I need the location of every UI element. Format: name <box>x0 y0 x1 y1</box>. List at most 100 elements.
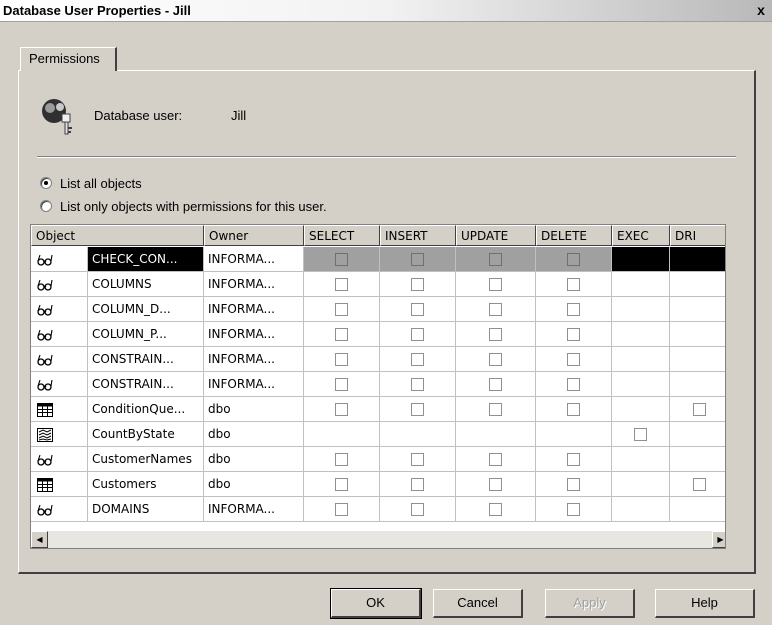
delete-checkbox[interactable] <box>567 453 580 466</box>
scroll-left-icon[interactable]: ◀ <box>31 531 48 548</box>
help-button[interactable]: Help <box>655 589 755 618</box>
insert-checkbox[interactable] <box>411 353 424 366</box>
delete-checkbox[interactable] <box>567 253 580 266</box>
insert-checkbox[interactable] <box>411 303 424 316</box>
column-header-owner[interactable]: Owner <box>204 225 304 246</box>
owner-cell: INFORMA... <box>204 247 304 272</box>
delete-checkbox[interactable] <box>567 478 580 491</box>
select-checkbox[interactable] <box>335 253 348 266</box>
permissions-grid[interactable]: Object Owner SELECT INSERT UPDATE DELETE… <box>30 224 726 549</box>
object-cell[interactable]: CONSTRAIN... <box>31 347 204 372</box>
update-checkbox[interactable] <box>489 478 502 491</box>
delete-checkbox[interactable] <box>567 328 580 341</box>
select-checkbox[interactable] <box>335 478 348 491</box>
owner-cell: dbo <box>204 447 304 472</box>
column-header-delete[interactable]: DELETE <box>536 225 612 246</box>
column-header-update[interactable]: UPDATE <box>456 225 536 246</box>
insert-checkbox[interactable] <box>411 453 424 466</box>
cell-divider <box>87 322 88 346</box>
select-checkbox[interactable] <box>335 278 348 291</box>
object-cell[interactable]: CountByState <box>31 422 204 447</box>
update-checkbox[interactable] <box>489 403 502 416</box>
table-row[interactable]: CONSTRAIN... INFORMA... <box>31 347 725 372</box>
insert-checkbox[interactable] <box>411 478 424 491</box>
table-row[interactable]: CONSTRAIN... INFORMA... <box>31 372 725 397</box>
object-cell[interactable]: Customers <box>31 472 204 497</box>
delete-checkbox[interactable] <box>567 378 580 391</box>
table-row[interactable]: DOMAINS INFORMA... <box>31 497 725 522</box>
update-checkbox[interactable] <box>489 378 502 391</box>
list-all-objects-option[interactable]: List all objects <box>40 174 142 192</box>
dri-permission-cell <box>670 497 725 522</box>
dri-checkbox[interactable] <box>693 478 706 491</box>
exec-permission-cell <box>612 297 670 322</box>
object-name: CHECK_CON... <box>88 247 203 271</box>
insert-checkbox[interactable] <box>411 253 424 266</box>
select-checkbox[interactable] <box>335 328 348 341</box>
exec-checkbox[interactable] <box>634 428 647 441</box>
delete-checkbox[interactable] <box>567 503 580 516</box>
insert-checkbox[interactable] <box>411 278 424 291</box>
insert-checkbox[interactable] <box>411 378 424 391</box>
select-checkbox[interactable] <box>335 353 348 366</box>
update-checkbox[interactable] <box>489 328 502 341</box>
dri-checkbox[interactable] <box>693 403 706 416</box>
update-checkbox[interactable] <box>489 353 502 366</box>
column-header-exec[interactable]: EXEC <box>612 225 670 246</box>
horizontal-scrollbar[interactable]: ◀ ▶ <box>31 531 725 548</box>
select-checkbox[interactable] <box>335 403 348 416</box>
object-cell[interactable]: COLUMN_P... <box>31 322 204 347</box>
object-cell[interactable]: COLUMN_D... <box>31 297 204 322</box>
update-checkbox[interactable] <box>489 278 502 291</box>
delete-checkbox[interactable] <box>567 353 580 366</box>
insert-checkbox[interactable] <box>411 328 424 341</box>
table-row[interactable]: CustomerNames dbo <box>31 447 725 472</box>
select-checkbox[interactable] <box>335 303 348 316</box>
delete-checkbox[interactable] <box>567 303 580 316</box>
column-header-select[interactable]: SELECT <box>304 225 380 246</box>
update-checkbox[interactable] <box>489 453 502 466</box>
object-cell[interactable]: COLUMNS <box>31 272 204 297</box>
insert-checkbox[interactable] <box>411 403 424 416</box>
tab-permissions[interactable]: Permissions <box>20 47 117 71</box>
object-cell[interactable]: CONSTRAIN... <box>31 372 204 397</box>
column-header-object[interactable]: Object <box>31 225 204 246</box>
close-button[interactable]: x <box>752 2 770 19</box>
table-row[interactable]: CHECK_CON... INFORMA... <box>31 247 725 272</box>
delete-checkbox[interactable] <box>567 403 580 416</box>
list-only-permitted-option[interactable]: List only objects with permissions for t… <box>40 197 327 215</box>
table-row[interactable]: COLUMN_D... INFORMA... <box>31 297 725 322</box>
cancel-button[interactable]: Cancel <box>433 589 523 618</box>
insert-checkbox[interactable] <box>411 503 424 516</box>
select-checkbox[interactable] <box>335 503 348 516</box>
table-row[interactable]: CountByState dbo <box>31 422 725 447</box>
update-checkbox[interactable] <box>489 253 502 266</box>
exec-permission-cell <box>612 247 670 272</box>
table-icon <box>37 403 53 417</box>
object-cell[interactable]: CustomerNames <box>31 447 204 472</box>
update-checkbox[interactable] <box>489 303 502 316</box>
delete-checkbox[interactable] <box>567 278 580 291</box>
object-cell[interactable]: CHECK_CON... <box>31 247 204 272</box>
column-header-insert[interactable]: INSERT <box>380 225 456 246</box>
table-row[interactable]: Customers dbo <box>31 472 725 497</box>
owner-cell: dbo <box>204 422 304 447</box>
list-only-permitted-radio[interactable] <box>40 200 52 212</box>
database-user-label: Database user: <box>94 108 183 123</box>
list-all-objects-radio[interactable] <box>40 177 52 189</box>
view-icon <box>37 503 53 517</box>
column-header-dri[interactable]: DRI <box>670 225 725 246</box>
separator <box>37 156 736 158</box>
table-row[interactable]: COLUMN_P... INFORMA... <box>31 322 725 347</box>
table-row[interactable]: ConditionQue... dbo <box>31 397 725 422</box>
table-row[interactable]: COLUMNS INFORMA... <box>31 272 725 297</box>
select-checkbox[interactable] <box>335 378 348 391</box>
object-cell[interactable]: ConditionQue... <box>31 397 204 422</box>
select-checkbox[interactable] <box>335 453 348 466</box>
scroll-right-icon[interactable]: ▶ <box>712 531 725 548</box>
delete-permission-cell <box>536 372 612 397</box>
object-cell[interactable]: DOMAINS <box>31 497 204 522</box>
apply-button[interactable]: Apply <box>545 589 635 618</box>
update-checkbox[interactable] <box>489 503 502 516</box>
ok-button[interactable]: OK <box>330 588 422 619</box>
